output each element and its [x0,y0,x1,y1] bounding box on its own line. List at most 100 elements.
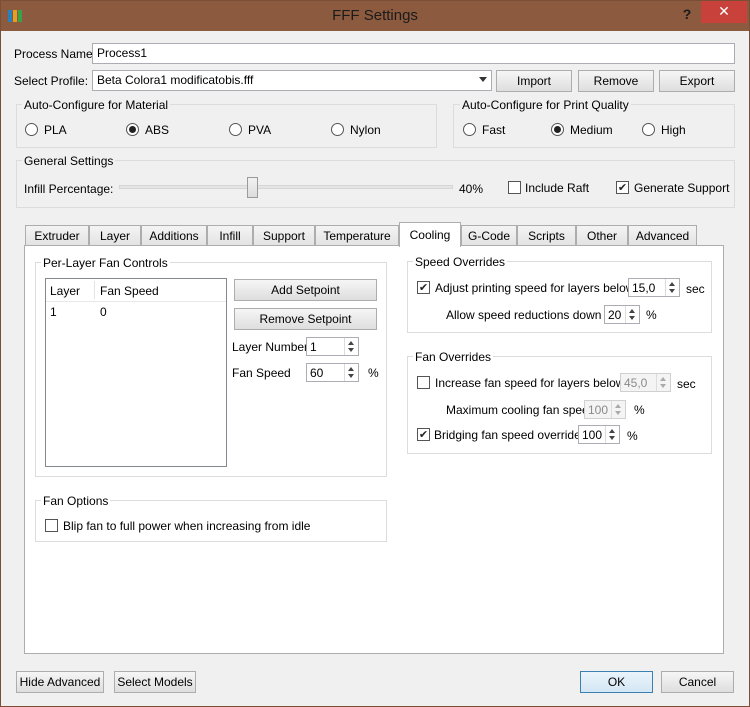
tab-extruder[interactable]: Extruder [25,225,89,246]
spin-arrows[interactable] [344,338,358,355]
include-raft-checkbox[interactable] [508,181,521,194]
select-models-button[interactable]: Select Models [114,671,196,693]
tab-other[interactable]: Other [576,225,628,246]
window-title: FFF Settings [332,7,418,24]
radio-pla[interactable] [25,123,38,136]
tab-layer[interactable]: Layer [89,225,141,246]
spin-arrows[interactable] [625,306,639,323]
spin-up-icon[interactable] [348,341,354,345]
spin-up-icon[interactable] [669,282,675,286]
speed-overrides-group [407,261,712,333]
adjust-speed-value: 15,0 [632,281,656,295]
radio-pla-label: PLA [44,123,67,137]
increase-fan-unit: sec [677,377,696,391]
generate-support-checkbox[interactable] [616,181,629,194]
spin-up-icon[interactable] [348,367,354,371]
hide-advanced-button[interactable]: Hide Advanced [16,671,104,693]
fan-speed-unit: % [368,366,379,380]
column-header-fan-speed[interactable]: Fan Speed [100,284,159,298]
close-button[interactable]: ✕ [701,1,747,23]
radio-nylon[interactable] [331,123,344,136]
bridging-fan-checkbox[interactable] [417,428,430,441]
remove-button[interactable]: Remove [578,70,654,92]
infill-slider-track[interactable] [119,185,453,189]
spin-down-icon[interactable] [348,374,354,378]
infill-slider-handle[interactable] [247,177,258,198]
material-group-title: Auto-Configure for Material [22,98,171,112]
process-name-label: Process Name: [14,47,97,61]
import-button[interactable]: Import [496,70,572,92]
help-button[interactable]: ? [677,5,697,25]
allow-reduction-spinbox[interactable]: 20 [604,305,640,324]
layer-number-spinbox[interactable]: 1 [306,337,359,356]
header-divider [46,301,226,302]
adjust-speed-checkbox[interactable] [417,281,430,294]
per-layer-fan-title: Per-Layer Fan Controls [41,256,170,270]
title-bar[interactable]: FFF Settings ? ✕ [1,1,749,31]
column-divider [94,281,95,299]
spin-down-icon[interactable] [660,384,666,388]
tab-advanced[interactable]: Advanced [628,225,697,246]
spin-down-icon[interactable] [629,316,635,320]
fan-speed-spinbox[interactable]: 60 [306,363,359,382]
tab-scripts[interactable]: Scripts [517,225,576,246]
spin-up-icon[interactable] [615,404,621,408]
table-cell-fan-speed: 0 [100,305,107,319]
max-cooling-unit: % [634,403,645,417]
process-name-input[interactable]: Process1 [92,43,735,64]
profile-select[interactable]: Beta Colora1 modificatobis.fff [92,70,492,91]
radio-abs-label: ABS [145,123,170,137]
bridging-fan-value: 100 [582,428,603,442]
radio-nylon-label: Nylon [350,123,381,137]
max-cooling-spinbox[interactable]: 100 [584,400,626,419]
spin-arrows[interactable] [656,374,670,391]
spin-down-icon[interactable] [615,411,621,415]
infill-value: 40% [459,182,484,196]
tab-additions[interactable]: Additions [141,225,207,246]
bridging-fan-label: Bridging fan speed override [434,428,581,442]
radio-medium[interactable] [551,123,564,136]
radio-high-label: High [661,123,686,137]
increase-fan-spinbox[interactable]: 45,0 [620,373,671,392]
spin-down-icon[interactable] [669,289,675,293]
spin-up-icon[interactable] [629,309,635,313]
radio-medium-label: Medium [570,123,613,137]
fan-speed-label: Fan Speed [232,366,291,380]
adjust-speed-spinbox[interactable]: 15,0 [628,278,680,297]
table-row[interactable]: 1 0 [46,303,226,321]
remove-setpoint-button[interactable]: Remove Setpoint [234,308,377,330]
increase-fan-label: Increase fan speed for layers below [435,376,625,390]
bridging-fan-spinbox[interactable]: 100 [578,425,620,444]
radio-abs[interactable] [126,123,139,136]
increase-fan-value: 45,0 [624,376,648,390]
spin-down-icon[interactable] [609,436,615,440]
tab-gcode[interactable]: G-Code [461,225,517,246]
tab-cooling[interactable]: Cooling [399,222,461,247]
spin-up-icon[interactable] [660,377,666,381]
ok-button[interactable]: OK [580,671,653,693]
tab-temperature[interactable]: Temperature [315,225,399,246]
quality-group-title: Auto-Configure for Print Quality [460,98,631,112]
radio-fast[interactable] [463,123,476,136]
blip-fan-checkbox[interactable] [45,519,58,532]
tab-infill[interactable]: Infill [207,225,253,246]
spin-arrows[interactable] [611,401,625,418]
column-header-layer[interactable]: Layer [50,284,80,298]
radio-pva-label: PVA [248,123,272,137]
spin-arrows[interactable] [665,279,679,296]
spin-down-icon[interactable] [348,348,354,352]
spin-up-icon[interactable] [609,429,615,433]
radio-high[interactable] [642,123,655,136]
profile-select-value: Beta Colora1 modificatobis.fff [97,73,254,87]
export-button[interactable]: Export [659,70,735,92]
spin-arrows[interactable] [344,364,358,381]
fan-setpoint-table[interactable]: Layer Fan Speed 1 0 [45,278,227,467]
add-setpoint-button[interactable]: Add Setpoint [234,279,377,301]
infill-label: Infill Percentage: [24,182,114,196]
cancel-button[interactable]: Cancel [661,671,734,693]
increase-fan-checkbox[interactable] [417,376,430,389]
tab-support[interactable]: Support [253,225,315,246]
radio-pva[interactable] [229,123,242,136]
spin-arrows[interactable] [605,426,619,443]
fan-options-title: Fan Options [41,494,111,508]
